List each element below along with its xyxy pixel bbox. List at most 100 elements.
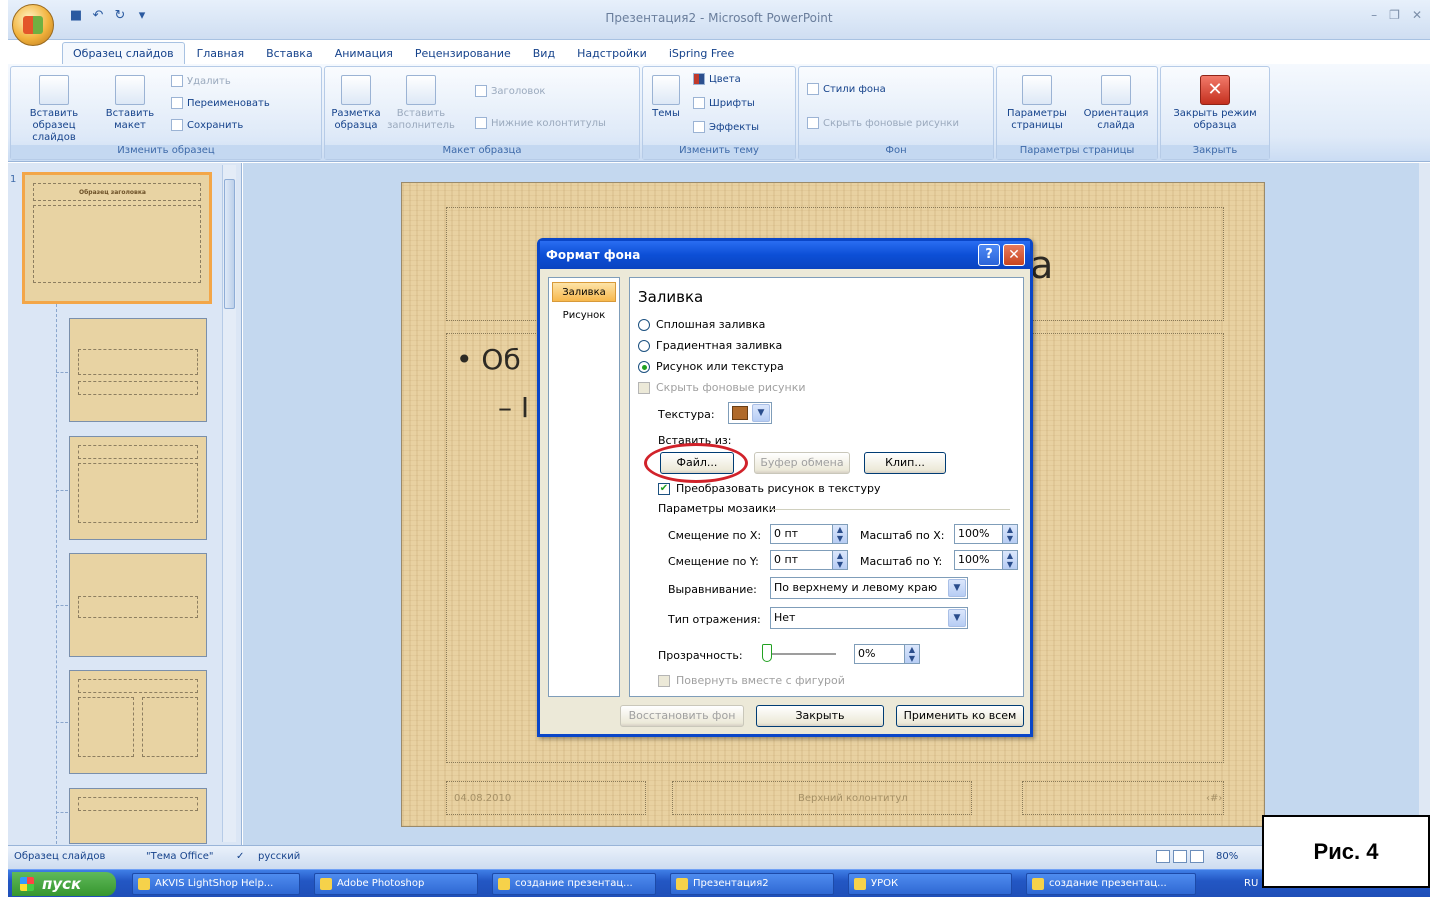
tab-insert[interactable]: Вставка [256,43,323,64]
spinner-arrows-icon[interactable]: ▲ ▼ [904,645,919,663]
close-window-icon[interactable]: ✕ [1412,8,1422,22]
slide-sorter-icon[interactable] [1173,850,1187,863]
solid-fill-radio[interactable]: Сплошная заливка [638,318,765,331]
taskbar-item-folder[interactable]: УРОК [848,873,1012,895]
master-layout-button[interactable]: Разметка образца [329,75,383,132]
group-close: ✕ Закрыть режим образца Закрыть [1160,66,1270,160]
offset-x-label: Смещение по X: [668,529,762,542]
help-icon[interactable]: ? [978,244,1000,266]
language-indicator[interactable]: RU [1244,878,1258,889]
offset-y-spinner[interactable]: 0 пт ▲ ▼ [770,550,848,570]
tab-addins[interactable]: Надстройки [567,43,657,64]
layout-thumbnail[interactable] [69,318,207,422]
layout-thumbnail[interactable] [69,436,207,540]
tab-view[interactable]: Вид [523,43,565,64]
spinner-arrows-icon[interactable]: ▲ ▼ [1002,525,1017,543]
normal-view-icon[interactable] [1156,850,1170,863]
taskbar-item-document[interactable]: создание презентац... [492,873,656,895]
spinner-arrows-icon[interactable]: ▲ ▼ [832,525,847,543]
slides-pane-scrollbar[interactable] [222,165,236,842]
apply-to-all-button[interactable]: Применить ко всем [896,705,1024,727]
nav-picture[interactable]: Рисунок [552,306,616,326]
spinner-arrows-icon[interactable]: ▲ ▼ [832,551,847,569]
offset-x-spinner[interactable]: 0 пт ▲ ▼ [770,524,848,544]
transparency-slider-thumb[interactable] [762,644,772,662]
transparency-slider[interactable] [766,653,836,655]
group-label: Изменить тему [643,145,795,159]
rotate-with-shape-checkbox[interactable]: Повернуть вместе с фигурой [658,674,845,687]
view-buttons [1156,850,1204,863]
transparency-spinner[interactable]: 0% ▲ ▼ [854,644,920,664]
page-setup-button[interactable]: Параметры страницы [1001,75,1073,132]
title-checkbox[interactable]: Заголовок [475,85,545,97]
texture-picker[interactable]: ▼ [728,402,772,424]
editor-scrollbar[interactable] [1419,163,1430,845]
picture-texture-fill-radio[interactable]: Рисунок или текстура [638,360,784,373]
office-button[interactable] [12,4,54,46]
alignment-label: Выравнивание: [668,583,757,596]
footers-checkbox[interactable]: Нижние колонтитулы [475,117,606,129]
fonts-button[interactable]: Шрифты [693,97,755,109]
bullet-level-1: • Об [456,343,521,376]
themes-button[interactable]: Темы [647,75,685,120]
mirror-type-combo[interactable]: Нет ▼ [770,607,968,629]
ribbon-tabs: Образец слайдов Главная Вставка Анимация… [62,40,744,64]
reset-background-button[interactable]: Восстановить фон [620,705,744,727]
start-button[interactable]: пуск [12,872,116,896]
tab-ispring[interactable]: iSpring Free [659,43,744,64]
slide-orientation-button[interactable]: Ориентация слайда [1077,75,1155,132]
slide-show-icon[interactable] [1190,850,1204,863]
group-label: Макет образца [325,145,639,159]
group-edit-theme: Темы Цвета Шрифты Эффекты Изменить тему [642,66,796,160]
preserve-button[interactable]: Сохранить [171,119,243,131]
connector [56,605,68,606]
taskbar-item-akvis[interactable]: AKVIS LightShop Help... [132,873,300,895]
close-dialog-icon[interactable]: ✕ [1003,244,1025,266]
tab-review[interactable]: Рецензирование [405,43,521,64]
colors-button[interactable]: Цвета [693,73,741,85]
date-text: 04.08.2010 [454,793,512,804]
insert-clip-button[interactable]: Клип... [864,452,946,474]
tab-slide-master[interactable]: Образец слайдов [62,42,185,64]
spellcheck-icon[interactable]: ✓ [236,851,244,862]
alignment-combo[interactable]: По верхнему и левому краю ▼ [770,577,968,599]
layout-thumbnail[interactable] [69,670,207,774]
minimize-icon[interactable]: – [1371,8,1377,22]
taskbar-item-photoshop[interactable]: Adobe Photoshop [314,873,478,895]
group-label: Закрыть [1161,145,1269,159]
thumb-body-placeholder [33,205,201,283]
insert-placeholder-button[interactable]: Вставить заполнитель [385,75,457,132]
scrollbar-thumb[interactable] [224,179,235,309]
nav-fill[interactable]: Заливка [552,282,616,302]
spinner-arrows-icon[interactable]: ▲ ▼ [1002,551,1017,569]
highlight-annotation [644,443,748,483]
taskbar-item-document-2[interactable]: создание презентац... [1026,873,1196,895]
slide-number-placeholder[interactable] [1022,781,1224,815]
zoom-level[interactable]: 80% [1216,851,1238,862]
layout-thumbnail[interactable] [69,788,207,844]
taskbar-item-presentation[interactable]: Презентация2 [670,873,834,895]
delete-button[interactable]: Удалить [171,75,231,87]
restore-icon[interactable]: ❐ [1389,8,1400,22]
tile-picture-checkbox[interactable]: ✔ Преобразовать рисунок в текстуру [658,482,880,495]
background-styles-button[interactable]: Стили фона [807,83,886,95]
tab-home[interactable]: Главная [187,43,255,64]
tab-animation[interactable]: Анимация [325,43,403,64]
master-thumbnail[interactable]: Образец заголовка [22,172,212,304]
insert-slide-master-button[interactable]: Вставить образец слайдов [15,75,93,144]
page-setup-icon [1022,75,1052,105]
layout-thumbnail[interactable] [69,553,207,657]
scale-y-spinner[interactable]: 100% ▲ ▼ [954,550,1018,570]
rename-button[interactable]: Переименовать [171,97,270,109]
hide-background-graphics-checkbox[interactable]: Скрыть фоновые рисунки [638,381,806,394]
insert-from-clipboard-button[interactable]: Буфер обмена [754,452,850,474]
close-master-view-button[interactable]: ✕ Закрыть режим образца [1165,75,1265,132]
insert-layout-button[interactable]: Вставить макет [95,75,165,132]
close-button[interactable]: Закрыть [756,705,884,727]
scale-x-spinner[interactable]: 100% ▲ ▼ [954,524,1018,544]
thumb-placeholder [78,463,198,523]
effects-button[interactable]: Эффекты [693,121,759,133]
gradient-fill-radio[interactable]: Градиентная заливка [638,339,782,352]
rename-icon [171,97,183,109]
hide-background-checkbox[interactable]: Скрыть фоновые рисунки [807,117,959,129]
